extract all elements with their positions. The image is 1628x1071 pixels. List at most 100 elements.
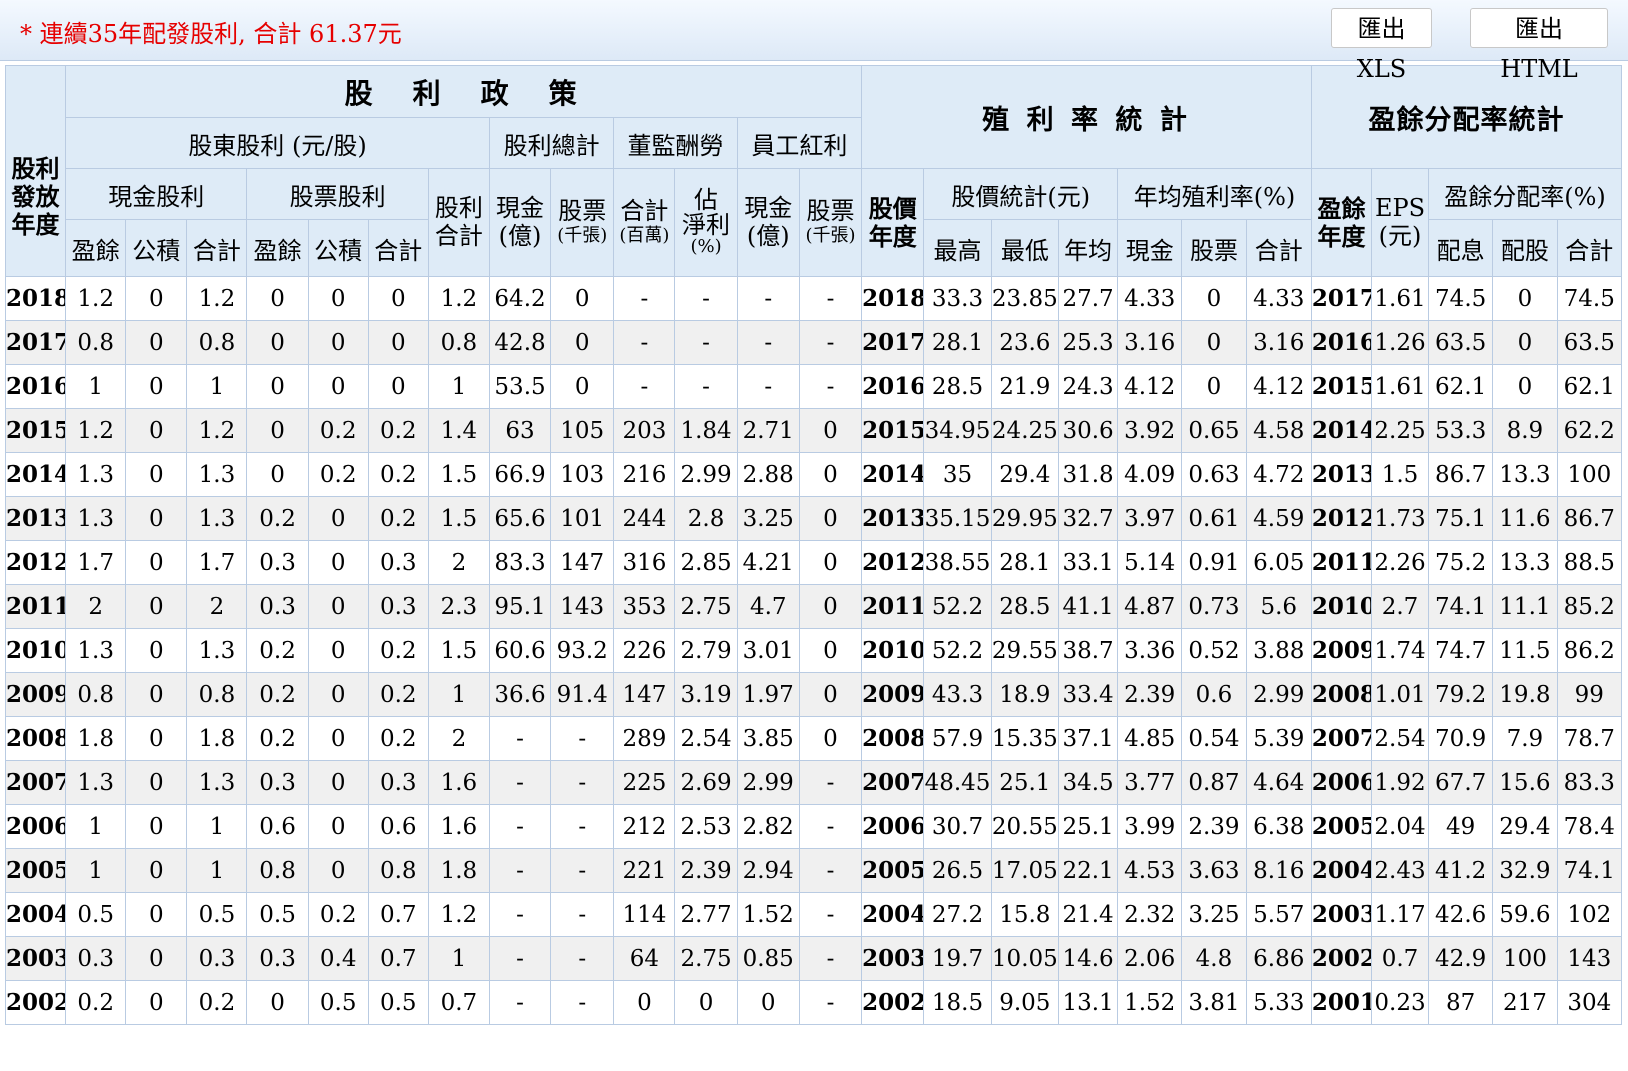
cell-stock-sum: 0 <box>367 320 429 365</box>
cell-payout-cash: 79.2 <box>1428 672 1494 717</box>
cell-price-year: 2007 <box>861 760 925 805</box>
cell-director-pct: 2.75 <box>674 936 738 981</box>
cell-stock-sum: 0.3 <box>367 584 429 629</box>
cell-payout-sum: 86.2 <box>1556 628 1623 673</box>
cell-cash-earnings: 0.8 <box>65 320 127 365</box>
export-xls-button[interactable]: 匯出XLS <box>1331 8 1432 83</box>
cell-dividend-year: 2006 <box>4 804 67 849</box>
cell-yield-stock: 0 <box>1181 320 1247 365</box>
cell-yield-stock: 3.25 <box>1181 892 1247 937</box>
cell-employee-cash: 2.88 <box>736 452 800 497</box>
cell-payout-sum: 62.2 <box>1556 408 1623 453</box>
cell-dividend-sum: 1 <box>427 936 490 981</box>
cell-yield-cash: 4.85 <box>1117 716 1183 761</box>
cell-cash-earnings: 0.2 <box>65 980 127 1025</box>
cell-cash-total: - <box>488 760 552 805</box>
cell-dividend-year: 2008 <box>4 716 67 761</box>
cell-director-pct: 2.85 <box>674 540 738 585</box>
cell-cash-earnings: 1 <box>65 848 127 893</box>
cell-payout-stock: 11.6 <box>1492 496 1558 541</box>
cell-eps-year: 2003 <box>1310 892 1373 937</box>
table-row: 2010 1.3 0 1.3 0.2 0 0.2 1.5 60.6 93.2 226 2.79 3.01… <box>4 628 1623 673</box>
header-director-pct-l1: 佔 <box>694 185 719 214</box>
cell-price-low: 20.55 <box>990 804 1060 849</box>
table-row: 2006 1 0 1 0.6 0 0.6 1.6- -212 2.53 2.82-2006 30.7 2… <box>4 804 1623 849</box>
cell-cash-sum: 0.3 <box>186 936 248 981</box>
cell-dividend-year: 2017 <box>4 320 67 365</box>
cell-payout-sum: 74.1 <box>1556 848 1623 893</box>
header-employee-stock: 股票 (千張) <box>798 168 863 277</box>
cell-stock-total: - <box>550 760 615 805</box>
cell-stock-total: 91.4 <box>550 672 615 717</box>
cell-cash-reserve: 0 <box>125 408 188 453</box>
cell-dividend-sum: 1.6 <box>427 804 490 849</box>
cell-price-low: 24.25 <box>990 408 1060 453</box>
cell-cash-reserve: 0 <box>125 716 188 761</box>
header-director-total-l2: (百萬) <box>619 224 670 246</box>
cell-price-year: 2015 <box>861 408 925 453</box>
cell-eps: 2.54 <box>1371 716 1430 761</box>
cell-cash-total: - <box>488 804 552 849</box>
cell-eps: 2.43 <box>1371 848 1430 893</box>
header-yield-sum: 合計 <box>1245 219 1312 277</box>
cell-stock-reserve: 0 <box>307 760 369 805</box>
header-eps-l1: EPS <box>1374 193 1426 222</box>
cell-stock-reserve: 0 <box>307 848 369 893</box>
cell-payout-stock: 7.9 <box>1492 716 1558 761</box>
cell-stock-total: 143 <box>550 584 615 629</box>
header-price-high: 最高 <box>923 219 992 277</box>
table-row: 2015 1.2 0 1.2 0 0.2 0.2 1.4 63 105 203 1.84 2.71 0 20… <box>4 408 1623 453</box>
header-price-stats: 股價統計(元) <box>923 168 1119 220</box>
cell-price-high: 35.15 <box>923 496 992 541</box>
cell-payout-stock: 19.8 <box>1492 672 1558 717</box>
cell-price-avg: 34.5 <box>1058 760 1119 805</box>
cell-eps-year: 2016 <box>1310 320 1373 365</box>
cell-director-total: 0 <box>613 980 676 1025</box>
cell-cash-earnings: 0.8 <box>65 672 127 717</box>
table-row: 2013 1.3 0 1.3 0.2 0 0.2 1.5 65.6 101 244 2.8 3.25 0 2… <box>4 496 1623 541</box>
cell-price-low: 25.1 <box>990 760 1060 805</box>
cell-price-year: 2018 <box>861 276 925 321</box>
cell-price-low: 21.9 <box>990 364 1060 409</box>
cell-cash-total: 60.6 <box>488 628 552 673</box>
cell-employee-stock: 0 <box>798 408 863 453</box>
cell-cash-total: - <box>488 980 552 1025</box>
cell-cash-sum: 1.3 <box>186 760 248 805</box>
cell-employee-stock: - <box>798 980 863 1025</box>
cell-payout-stock: 8.9 <box>1492 408 1558 453</box>
cell-eps: 2.04 <box>1371 804 1430 849</box>
cell-price-low: 29.95 <box>990 496 1060 541</box>
cell-stock-sum: 0.7 <box>367 892 429 937</box>
cell-director-pct: 0 <box>674 980 738 1025</box>
cell-stock-sum: 0.7 <box>367 936 429 981</box>
cell-eps-year: 2015 <box>1310 364 1373 409</box>
cell-stock-total: - <box>550 716 615 761</box>
cell-yield-sum: 2.99 <box>1245 672 1312 717</box>
cell-price-year: 2017 <box>861 320 925 365</box>
cell-cash-total: - <box>488 716 552 761</box>
cell-price-year: 2008 <box>861 716 925 761</box>
top-bar: * 連續35年配發股利, 合計 61.37元 匯出XLS 匯出HTML <box>0 0 1628 83</box>
cell-stock-earnings: 0.5 <box>246 892 309 937</box>
cell-price-high: 26.5 <box>923 848 992 893</box>
cell-eps: 0.7 <box>1371 936 1430 981</box>
cell-price-high: 33.3 <box>923 276 992 321</box>
cell-director-total: 203 <box>613 408 676 453</box>
cell-cash-total: 64.2 <box>488 276 552 321</box>
cell-eps-year: 2004 <box>1310 848 1373 893</box>
cell-dividend-sum: 0.7 <box>427 980 490 1025</box>
table-row: 2003 0.3 0 0.3 0.3 0.4 0.7 1- -64 2.75 0.85-2003 19… <box>4 936 1623 981</box>
export-html-button[interactable]: 匯出HTML <box>1470 8 1608 83</box>
cell-price-low: 15.35 <box>990 716 1060 761</box>
cell-cash-total: 83.3 <box>488 540 552 585</box>
cell-director-pct: 2.69 <box>674 760 738 805</box>
cell-stock-sum: 0.2 <box>367 716 429 761</box>
cell-employee-cash: - <box>736 276 800 321</box>
cell-stock-earnings: 0.6 <box>246 804 309 849</box>
cell-price-avg: 37.1 <box>1058 716 1119 761</box>
cell-cash-earnings: 1.3 <box>65 452 127 497</box>
cell-price-avg: 32.7 <box>1058 496 1119 541</box>
cell-price-low: 28.5 <box>990 584 1060 629</box>
cell-price-avg: 30.6 <box>1058 408 1119 453</box>
header-payout-sum: 合計 <box>1556 219 1623 277</box>
